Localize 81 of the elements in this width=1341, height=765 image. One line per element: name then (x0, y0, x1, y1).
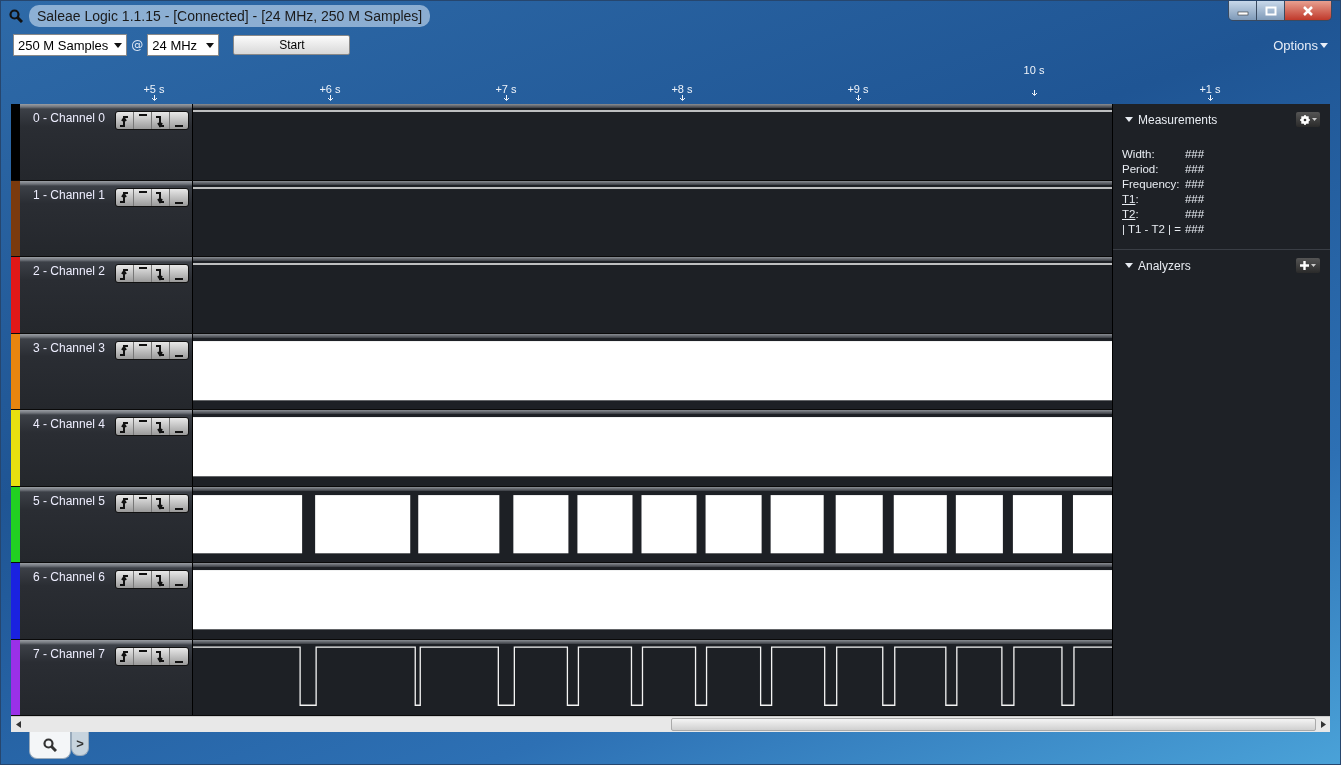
high-level-icon (138, 649, 147, 652)
collapse-triangle-icon (1125, 263, 1133, 268)
tick-arrow-icon (150, 95, 158, 101)
start-button[interactable]: Start (233, 35, 351, 55)
right-arrow-icon (1320, 721, 1326, 728)
measurement-label: T2: (1122, 207, 1140, 222)
measurement-label: Frequency: (1122, 177, 1181, 192)
rising-edge-icon (118, 496, 131, 510)
search-icon (9, 9, 23, 23)
panel-title: Analyzers (1138, 258, 1191, 273)
tick-arrow-icon (1206, 95, 1214, 101)
falling-edge-icon (154, 343, 167, 357)
panel-title: Measurements (1138, 112, 1218, 127)
caret-icon (1311, 118, 1317, 121)
scrollbar-thumb[interactable] (671, 718, 1316, 731)
close-icon (1302, 5, 1314, 16)
channel-name: 6 - Channel 6 (33, 570, 106, 584)
high-level-icon (138, 343, 147, 346)
collapse-triangle-icon (1125, 117, 1133, 122)
tick-arrow-icon (854, 95, 862, 101)
add-analyzer-button[interactable] (1296, 258, 1320, 273)
measurement-value: ### (1184, 147, 1205, 162)
measurement-label: T1: (1122, 192, 1140, 207)
time-label: +5 s (143, 83, 165, 95)
maximize-button[interactable] (1257, 1, 1285, 20)
low-level-icon (175, 660, 183, 663)
falling-edge-icon (154, 190, 167, 204)
falling-edge-icon (154, 496, 167, 510)
rising-edge-icon (118, 649, 131, 663)
settings-button[interactable] (1296, 112, 1320, 127)
tick-arrow-icon (326, 95, 334, 101)
measurement-value: ### (1184, 207, 1205, 222)
samples-dropdown[interactable]: 250 M Samples (13, 34, 128, 56)
time-label: +9 s (847, 83, 869, 95)
left-arrow-icon (15, 721, 21, 728)
caret-icon (1320, 42, 1328, 48)
settings-icon (1299, 114, 1310, 125)
plus-icon (1300, 261, 1309, 270)
time-label: +7 s (495, 83, 517, 95)
falling-edge-icon (154, 649, 167, 663)
channel-name: 7 - Channel 7 (33, 646, 106, 661)
rising-edge-icon (118, 343, 131, 357)
measurement-value: ### (1184, 222, 1205, 237)
time-label: +8 s (671, 83, 693, 95)
channel-name: 5 - Channel 5 (33, 493, 106, 508)
measurement-value: ### (1184, 177, 1205, 192)
low-level-icon (175, 507, 183, 510)
time-label: +1 s (1199, 83, 1221, 95)
measurement-value: ### (1184, 162, 1205, 177)
minimize-button[interactable] (1229, 1, 1257, 20)
time-label: +6 s (319, 83, 341, 95)
measurement-label: Width: (1122, 147, 1156, 162)
close-button[interactable] (1285, 1, 1331, 20)
options-menu[interactable]: Options (1273, 37, 1328, 53)
tick-arrow-icon (1030, 90, 1038, 96)
maximize-icon (1264, 5, 1277, 16)
caret-icon (114, 42, 123, 48)
rate-dropdown[interactable]: 24 MHz (147, 34, 220, 56)
at-label: @ (131, 38, 144, 52)
channel-name: 1 - Channel 1 (33, 187, 106, 202)
channel-name: 4 - Channel 4 (33, 417, 106, 431)
search-icon (43, 738, 57, 752)
tick-arrow-icon (502, 95, 510, 101)
measurement-label: | T1 - T2 | = (1122, 222, 1181, 237)
caret-icon (1311, 264, 1316, 267)
measurement-label: Period: (1122, 162, 1160, 177)
time-label: 10 s (1023, 64, 1045, 76)
channel-name: 0 - Channel 0 (33, 111, 106, 125)
high-level-icon (138, 190, 147, 193)
low-level-icon (175, 201, 183, 204)
window-title: Saleae Logic 1.1.15 - [Connected] - [24 MHz, 250 M Samples] (29, 5, 431, 27)
more-tab[interactable]: > (71, 732, 89, 756)
high-level-icon (138, 496, 147, 499)
measurement-value: ### (1184, 192, 1205, 207)
channel-name: 3 - Channel 3 (33, 340, 106, 355)
channel-name: 2 - Channel 2 (33, 264, 106, 278)
tick-arrow-icon (678, 95, 686, 101)
search-tab[interactable] (29, 732, 71, 759)
rising-edge-icon (118, 190, 131, 204)
caret-icon (206, 42, 215, 48)
low-level-icon (175, 354, 183, 357)
